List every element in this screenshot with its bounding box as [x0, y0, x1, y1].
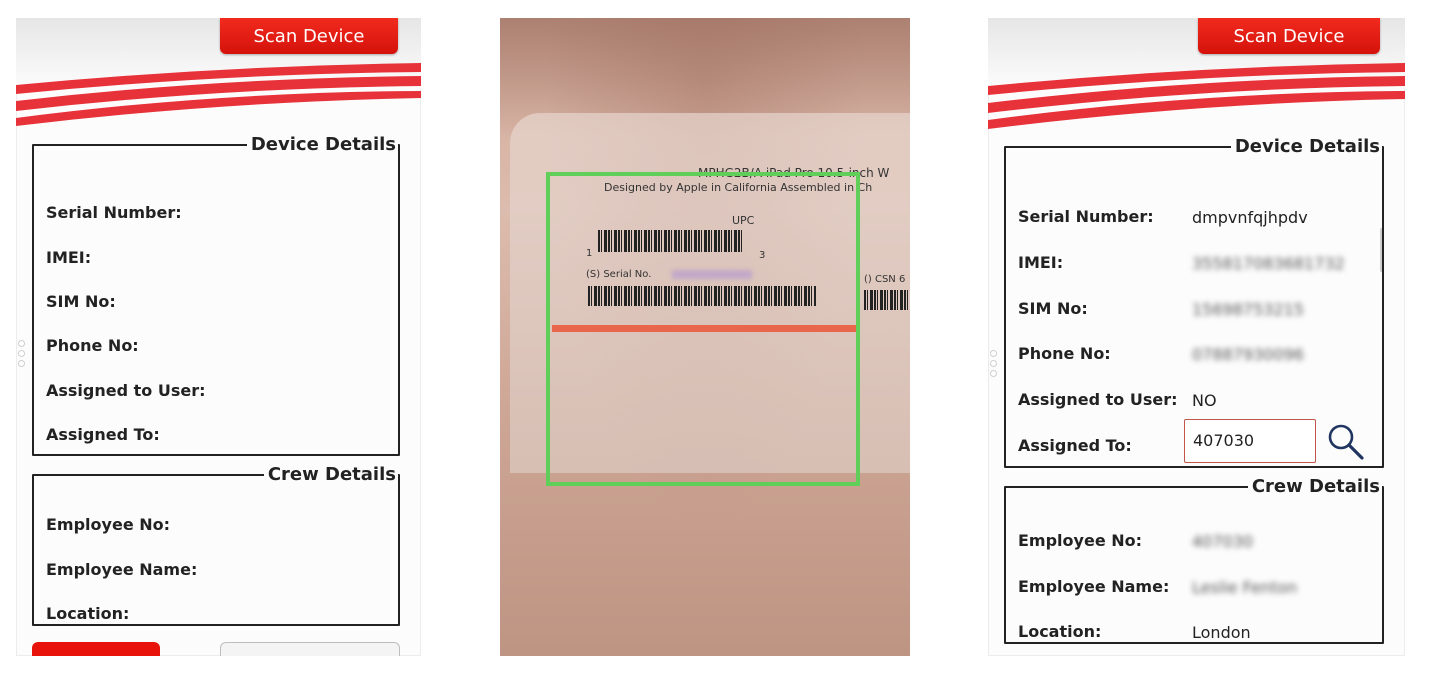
employee-name-label: Employee Name: — [1018, 577, 1170, 596]
form-screen-empty: Scan Device Device Details Serial Number… — [16, 18, 421, 656]
assigned-to-label: Assigned To: — [1018, 436, 1132, 455]
drag-handle[interactable] — [18, 340, 25, 370]
phone-no-label: Phone No: — [46, 336, 139, 355]
location-label: Location: — [1018, 622, 1102, 641]
imei-label: IMEI: — [46, 248, 92, 267]
device-details-legend: Device Details — [250, 134, 396, 155]
header-swoosh — [988, 63, 1405, 129]
device-details-panel: Device Details Serial Number: IMEI: SIM … — [32, 134, 400, 456]
employee-name-label: Employee Name: — [46, 560, 198, 579]
imei-label: IMEI: — [1018, 253, 1064, 272]
scan-device-button[interactable]: Scan Device — [220, 18, 398, 54]
serial-number-value: dmpvnfqjhpdv — [1192, 208, 1308, 227]
drag-handle[interactable] — [990, 350, 997, 380]
scan-laser-line — [552, 325, 856, 332]
location-value: London — [1192, 623, 1251, 642]
form-screen-filled: Scan Device Device Details Serial Number… — [988, 18, 1405, 656]
device-details-legend: Device Details — [1234, 136, 1380, 157]
crew-details-legend: Crew Details — [1251, 476, 1380, 497]
location-label: Location: — [46, 604, 130, 623]
device-details-panel: Device Details Serial Number: dmpvnfqjhp… — [1004, 136, 1384, 468]
phone-no-value: 07887930096 — [1192, 345, 1304, 364]
phone-no-label: Phone No: — [1018, 344, 1111, 363]
sim-no-label: SIM No: — [46, 292, 116, 311]
search-icon[interactable] — [1326, 422, 1366, 462]
barcode-scanner-view[interactable]: MPHG2B/A iPad Pro 10.5-inch W Designed b… — [500, 18, 910, 656]
employee-name-value: Leslie Fenton — [1192, 578, 1298, 597]
header-swoosh — [16, 63, 421, 126]
sim-no-value: 15698753215 — [1192, 300, 1304, 319]
assigned-to-label: Assigned To: — [46, 425, 160, 444]
assigned-to-user-value: NO — [1192, 391, 1217, 410]
csn-barcode — [864, 290, 910, 310]
crew-details-panel: Crew Details Employee No: 407030 Employe… — [1004, 476, 1384, 644]
employee-no-label: Employee No: — [46, 515, 171, 534]
serial-number-label: Serial Number: — [1018, 207, 1154, 226]
label-csn-text: () CSN 6 — [864, 274, 906, 285]
secondary-action-button[interactable] — [220, 642, 400, 656]
employee-no-label: Employee No: — [1018, 531, 1143, 550]
assigned-to-input[interactable]: 407030 — [1184, 419, 1316, 463]
assigned-to-user-label: Assigned to User: — [1018, 390, 1178, 409]
imei-value: 355817083681732 — [1192, 254, 1345, 273]
sim-no-label: SIM No: — [1018, 299, 1088, 318]
scan-device-button[interactable]: Scan Device — [1198, 18, 1380, 54]
employee-no-value: 407030 — [1192, 532, 1254, 551]
serial-number-label: Serial Number: — [46, 203, 182, 222]
crew-details-panel: Crew Details Employee No: Employee Name:… — [32, 464, 400, 626]
assigned-to-user-label: Assigned to User: — [46, 381, 206, 400]
crew-details-legend: Crew Details — [267, 464, 396, 485]
primary-action-button[interactable] — [32, 642, 160, 656]
